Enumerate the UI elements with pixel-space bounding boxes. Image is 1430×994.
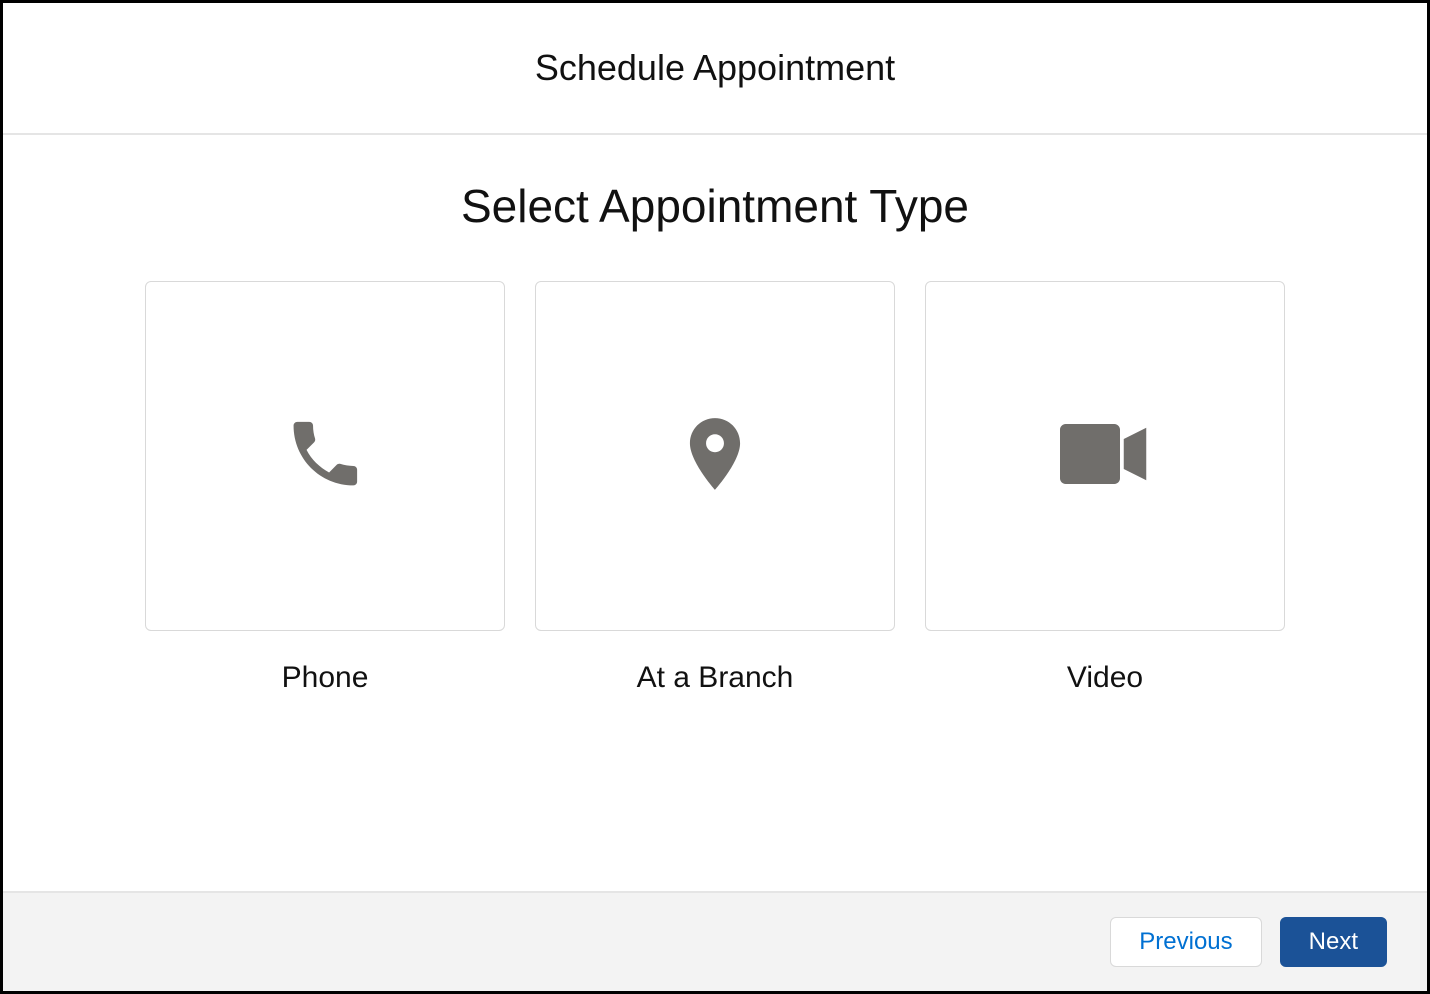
option-phone-card[interactable]	[145, 281, 505, 631]
previous-button[interactable]: Previous	[1110, 917, 1261, 967]
section-title: Select Appointment Type	[461, 179, 969, 233]
header: Schedule Appointment	[3, 3, 1427, 135]
option-branch-label: At a Branch	[637, 661, 794, 695]
option-phone-col: Phone	[145, 281, 505, 695]
option-branch-col: At a Branch	[535, 281, 895, 695]
option-phone-label: Phone	[282, 661, 369, 695]
video-camera-icon	[1060, 424, 1150, 489]
option-branch-card[interactable]	[535, 281, 895, 631]
next-button[interactable]: Next	[1280, 917, 1387, 967]
option-video-label: Video	[1067, 661, 1143, 695]
option-video-col: Video	[925, 281, 1285, 695]
location-pin-icon	[672, 411, 758, 502]
schedule-appointment-window: Schedule Appointment Select Appointment …	[0, 0, 1430, 994]
option-video-card[interactable]	[925, 281, 1285, 631]
phone-icon	[284, 413, 366, 500]
content: Select Appointment Type Phone At a Branc…	[3, 135, 1427, 891]
footer: Previous Next	[3, 891, 1427, 991]
appointment-type-cards: Phone At a Branch Video	[99, 281, 1331, 695]
page-title: Schedule Appointment	[3, 47, 1427, 89]
